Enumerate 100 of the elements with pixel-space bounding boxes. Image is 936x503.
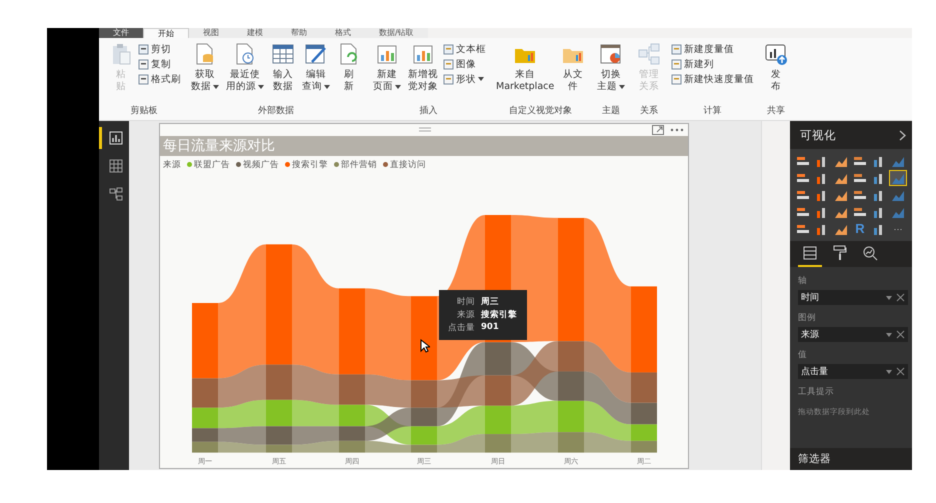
ribbon-button[interactable]: 来自 Marketplace	[494, 42, 556, 93]
caret-icon[interactable]	[886, 370, 892, 374]
tooltip-label: 点击量	[447, 322, 475, 334]
ribbon-tab[interactable]: 视图	[189, 28, 233, 38]
ribbon-icon	[671, 44, 682, 54]
ribbon-button[interactable]: 形状	[443, 72, 486, 86]
drag-handle-icon[interactable]	[419, 127, 431, 132]
ribbon-button[interactable]: 获取 数据	[189, 42, 221, 93]
chart-bar	[631, 440, 657, 452]
chart-bar	[339, 426, 365, 441]
field-well[interactable]: 来源	[798, 327, 908, 342]
close-icon[interactable]	[896, 293, 905, 302]
well-label: 值	[798, 349, 808, 361]
tooltip-value: 搜索引擎	[481, 309, 518, 321]
chart-bar	[631, 402, 657, 424]
ribbon-tab[interactable]: 开始	[143, 28, 189, 38]
chart-type-icon	[853, 206, 867, 218]
ribbon-button[interactable]: 新建度量值	[671, 42, 754, 56]
ribbon-button[interactable]: 从文 件	[559, 42, 588, 93]
chart-type-icon	[796, 206, 810, 218]
ribbon-button[interactable]: 新建快速度量值	[671, 72, 754, 86]
ribbon-button[interactable]: 文本框	[443, 42, 486, 56]
ribbon-tab[interactable]: 格式	[321, 28, 365, 38]
chevron-right-icon[interactable]	[899, 130, 906, 140]
chart-type-icon	[834, 206, 848, 218]
chart-type-icon	[796, 222, 810, 236]
ribbon-button[interactable]: 最近使 用的源	[224, 42, 266, 93]
group-label: 剪贴板	[130, 104, 158, 117]
ribbon-button[interactable]: 剪切	[138, 42, 181, 56]
group-label: 计算	[704, 104, 722, 117]
bar-chart-icon	[108, 131, 122, 145]
ribbon-button[interactable]: 编辑 查询	[300, 42, 332, 93]
ribbon-button[interactable]: 切换 主题	[595, 42, 628, 93]
legend-label: 视频广告	[243, 158, 279, 171]
close-icon[interactable]	[896, 330, 905, 339]
ribbon-icon	[138, 58, 149, 70]
legend-label: 联盟广告	[194, 158, 230, 171]
caret-icon[interactable]	[886, 296, 892, 300]
ribbon-button[interactable]: 新增视 觉对象	[406, 42, 440, 93]
legend-label: 搜索引擎	[292, 158, 328, 171]
filters-header[interactable]: 筛选器	[790, 448, 912, 470]
group-label: 主题	[602, 104, 620, 117]
visual-type-button[interactable]: ···	[889, 221, 907, 237]
chart-type-icon	[891, 154, 905, 168]
ribbon-button[interactable]: 输入 数据	[269, 42, 297, 93]
chart-type-icon	[796, 172, 810, 184]
ribbon-icon	[443, 44, 454, 54]
ribbon-tab[interactable]: 建模	[233, 28, 277, 38]
chart-bar	[339, 440, 365, 452]
field-well[interactable]: 时间	[798, 290, 908, 305]
ribbon-button[interactable]: 新建 页面	[371, 42, 403, 93]
ribbon-button[interactable]: 格式刷	[138, 72, 181, 86]
visual-title: 每日流量来源对比	[160, 136, 688, 156]
caret-icon[interactable]	[886, 332, 892, 336]
ribbon-icon	[138, 74, 149, 84]
ribbon-band	[437, 375, 485, 408]
focus-mode-icon[interactable]	[652, 124, 664, 135]
ribbon-icon	[443, 58, 454, 70]
group-label: 关系	[640, 104, 658, 117]
ribbon-button[interactable]: 复制	[138, 57, 181, 71]
chart-type-icon	[891, 172, 905, 184]
chart-bar	[485, 375, 511, 406]
ribbon-icon	[637, 42, 662, 66]
ribbon-button[interactable]: 发 布	[762, 42, 790, 93]
ribbon-tab[interactable]: 帮助	[277, 28, 321, 38]
ribbon-tab[interactable]: 文件	[99, 28, 143, 38]
chart-type-icon	[796, 188, 810, 202]
chart-type-icon	[834, 222, 848, 236]
chart-type-icon	[853, 188, 867, 202]
ribbon-button[interactable]: 图像	[443, 57, 486, 71]
visual-type-button[interactable]	[889, 170, 907, 186]
table-icon	[108, 159, 122, 173]
ribbon-button[interactable]: 新建列	[671, 57, 754, 71]
chart-type-icon	[891, 188, 905, 202]
ribbon-icon	[671, 74, 682, 84]
ribbon-tab[interactable]: 数据/钻取	[365, 28, 428, 38]
tooltip-label: 来源	[456, 309, 475, 321]
group-label: 自定义视觉对象	[509, 104, 572, 117]
tooltip-value: 周三	[481, 296, 500, 308]
chart-type-icon	[796, 154, 810, 168]
chart-bar	[631, 424, 657, 441]
ribbon-icon	[271, 42, 295, 66]
group-label: 插入	[420, 104, 438, 117]
legend-title: 来源	[163, 158, 181, 171]
more-options-icon[interactable]	[670, 128, 684, 132]
panel-tab[interactable]	[798, 245, 822, 267]
legend-label: 直接访问	[390, 158, 426, 171]
field-well[interactable]: 点击量	[798, 364, 908, 379]
chart-bar	[192, 442, 218, 452]
close-icon[interactable]	[896, 367, 905, 376]
ribbon-button[interactable]: 刷 新	[335, 42, 363, 93]
ribbon-icon	[443, 74, 454, 84]
chart-type-icon	[853, 172, 867, 184]
panel-title: 可视化	[800, 128, 836, 142]
group-label: 共享	[767, 104, 786, 117]
well-label: 轴	[798, 275, 808, 287]
chart-type-icon	[853, 154, 867, 168]
tooltip-label: 时间	[456, 296, 475, 308]
chart-type-icon	[891, 206, 905, 218]
ribbon-icon	[671, 58, 682, 70]
